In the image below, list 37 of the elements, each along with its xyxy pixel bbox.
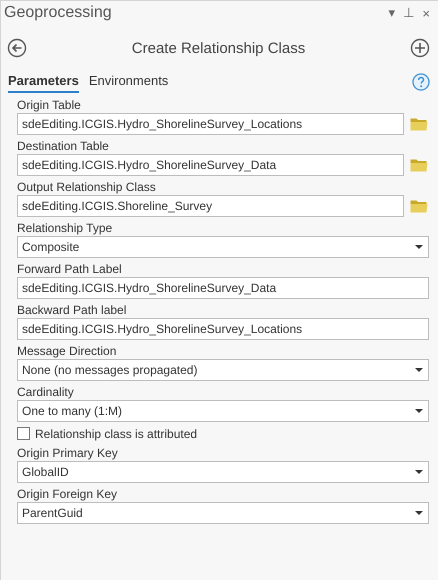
input-field[interactable]: sdeEditing.ICGIS.Shoreline_Survey: [17, 195, 404, 217]
field-label: Origin Foreign Key: [17, 486, 118, 502]
checkbox-label: Relationship class is attributed: [35, 426, 198, 440]
input-field[interactable]: sdeEditing.ICGIS.Hydro_ShorelineSurvey_Data: [17, 277, 429, 299]
tool-title: Create Relationship Class: [132, 40, 306, 56]
panel-title: Geoprocessing: [4, 4, 112, 22]
caret-icon: [415, 245, 423, 249]
field-label: Relationship Type: [17, 220, 114, 236]
add-icon[interactable]: [410, 38, 430, 58]
folder-icon[interactable]: [410, 117, 428, 131]
input-field[interactable]: sdeEditing.ICGIS.Hydro_ShorelineSurvey_Locations: [17, 113, 404, 135]
input-field[interactable]: sdeEditing.ICGIS.Hydro_ShorelineSurvey_Locations: [17, 318, 429, 340]
field-label: Forward Path Label: [17, 261, 123, 277]
dropdown-field[interactable]: ParentGuid: [17, 502, 429, 524]
back-icon[interactable]: [7, 38, 27, 58]
field-label: Destination Table: [17, 138, 110, 154]
field-label: Origin Table: [17, 97, 82, 113]
dropdown-field[interactable]: Composite: [17, 236, 429, 258]
folder-icon[interactable]: [410, 199, 428, 213]
caret-icon: [415, 409, 423, 413]
field-label: Cardinality: [17, 384, 75, 400]
field-label: Message Direction: [17, 343, 118, 359]
input-field[interactable]: sdeEditing.ICGIS.Hydro_ShorelineSurvey_Data: [17, 154, 404, 176]
caret-icon: [415, 368, 423, 372]
caret-icon: [415, 470, 423, 474]
dropdown-field[interactable]: One to many (1:M): [17, 400, 429, 422]
field-label: Output Relationship Class: [17, 179, 157, 195]
tab[interactable]: Environments: [88, 71, 168, 93]
dropdown-field[interactable]: None (no messages propagated): [17, 359, 429, 381]
dropdown-field[interactable]: GlobalID: [17, 461, 429, 483]
field-label: Backward Path label: [17, 302, 128, 318]
folder-icon[interactable]: [410, 158, 428, 172]
caret-icon: [415, 511, 423, 515]
checkbox[interactable]: [17, 427, 30, 440]
help-icon[interactable]: [412, 73, 430, 91]
field-label: Origin Primary Key: [17, 445, 119, 461]
tab[interactable]: Parameters: [8, 71, 79, 93]
